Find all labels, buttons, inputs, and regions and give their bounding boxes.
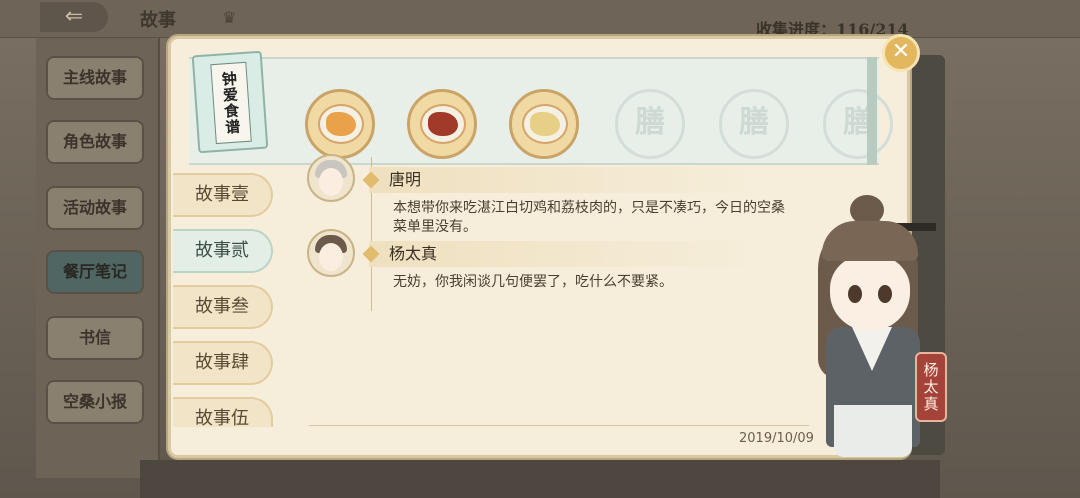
band-endcap bbox=[867, 57, 877, 165]
sidebar-item-restaurant-notes[interactable]: 餐厅笔记 bbox=[46, 250, 144, 294]
background-footer bbox=[140, 460, 940, 498]
avatar-tangming bbox=[307, 154, 355, 202]
dish-fish-icon[interactable] bbox=[305, 89, 375, 159]
tab-story-4[interactable]: 故事肆 bbox=[173, 341, 273, 385]
story-dialog: 膳 膳 膳 钟爱食谱 故事壹 故事贰 故事叁 故事肆 故事伍 唐明 本想带你来吃… bbox=[168, 36, 910, 458]
close-icon[interactable]: ✕ bbox=[882, 34, 920, 72]
locked-slot-icon: 膳 bbox=[719, 89, 789, 159]
sidebar-item-event-story[interactable]: 活动故事 bbox=[46, 186, 144, 230]
tab-story-2[interactable]: 故事贰 bbox=[173, 229, 273, 273]
sidebar-item-newspaper[interactable]: 空桑小报 bbox=[46, 380, 144, 424]
page-title: 故事 bbox=[140, 10, 176, 31]
recipe-book-title: 钟爱食谱 bbox=[210, 61, 252, 145]
dish-lychee-pork-icon[interactable] bbox=[407, 89, 477, 159]
dish-soup-icon[interactable] bbox=[509, 89, 579, 159]
avatar-yangtaizhen bbox=[307, 229, 355, 277]
crown-icon: ♛ bbox=[222, 8, 237, 27]
dialogue-text: 无妨，你我闲谈几句便罢了，吃什么不要紧。 bbox=[393, 274, 673, 290]
speaker-name: 唐明 bbox=[369, 167, 769, 193]
tab-story-1[interactable]: 故事壹 bbox=[173, 173, 273, 217]
dialogue-text: 本想带你来吃湛江白切鸡和荔枝肉的，只是不凑巧，今日的空桑菜单里没有。 bbox=[393, 200, 785, 235]
divider bbox=[309, 425, 809, 426]
speaker-name: 杨太真 bbox=[369, 241, 769, 267]
sidebar-item-main-story[interactable]: 主线故事 bbox=[46, 56, 144, 100]
story-date: 2019/10/09 bbox=[739, 431, 814, 446]
tab-story-3[interactable]: 故事叁 bbox=[173, 285, 273, 329]
recipe-book: 钟爱食谱 bbox=[191, 50, 269, 154]
sidebar-item-character-story[interactable]: 角色故事 bbox=[46, 120, 144, 164]
tab-story-5[interactable]: 故事伍 bbox=[173, 397, 273, 429]
character-portrait bbox=[808, 195, 938, 465]
sidebar-item-letters[interactable]: 书信 bbox=[46, 316, 144, 360]
locked-slot-icon: 膳 bbox=[615, 89, 685, 159]
recipe-band: 膳 膳 膳 bbox=[189, 57, 893, 165]
locked-slot-icon: 膳 bbox=[823, 89, 893, 159]
back-arrow-icon[interactable]: ⇐ bbox=[40, 2, 108, 32]
top-bar: ⇐ 故事 ♛ bbox=[0, 0, 1080, 38]
character-name-banner: 杨太真 bbox=[915, 352, 947, 422]
